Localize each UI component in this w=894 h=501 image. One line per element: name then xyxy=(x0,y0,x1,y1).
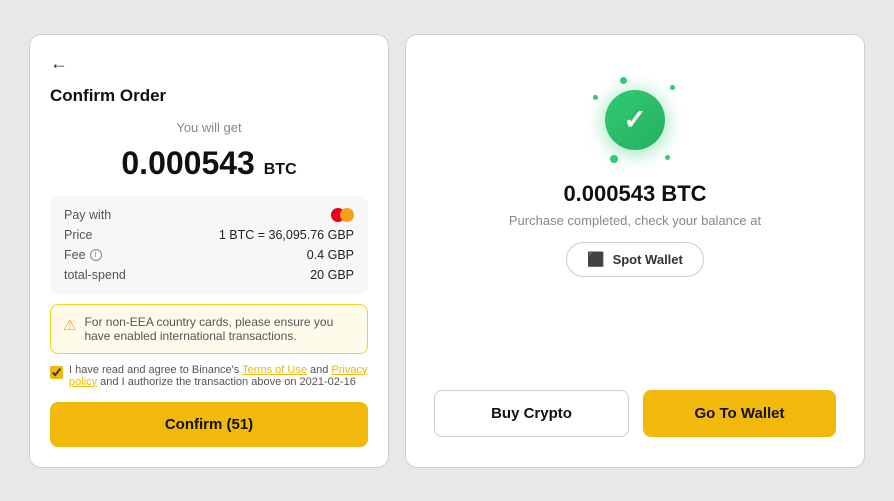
total-row: total-spend 20 GBP xyxy=(64,268,354,282)
warning-text: For non-EEA country cards, please ensure… xyxy=(84,315,355,343)
warning-box: ⚠ For non-EEA country cards, please ensu… xyxy=(50,304,368,354)
success-panel: ✓ 0.000543 BTC Purchase completed, check… xyxy=(405,34,865,468)
fee-label: Fee i xyxy=(64,248,102,262)
checkmark-icon: ✓ xyxy=(623,106,646,134)
confirm-order-panel: ← Confirm Order You will get 0.000543 BT… xyxy=(29,34,389,468)
you-will-get-label: You will get xyxy=(50,120,368,135)
price-value: 1 BTC = 36,095.76 GBP xyxy=(219,228,354,242)
page-title: Confirm Order xyxy=(50,86,368,106)
privacy-link[interactable]: Privacy policy xyxy=(69,364,367,388)
terms-link[interactable]: Terms of Use xyxy=(242,364,307,376)
spot-wallet-button[interactable]: ⬛ Spot Wallet xyxy=(566,242,704,277)
confirm-button[interactable]: Confirm (51) xyxy=(50,402,368,447)
fee-info-icon[interactable]: i xyxy=(90,249,102,261)
wallet-icon: ⬛ xyxy=(587,251,604,268)
total-label: total-spend xyxy=(64,268,126,282)
buy-crypto-button[interactable]: Buy Crypto xyxy=(434,390,629,437)
success-icon-container: ✓ xyxy=(590,75,680,165)
success-btc-amount: 0.000543 BTC xyxy=(563,181,706,207)
price-label: Price xyxy=(64,228,92,242)
btc-amount-display: 0.000543 BTC xyxy=(50,145,368,182)
pay-with-row: Pay with xyxy=(64,208,354,222)
pay-with-label: Pay with xyxy=(64,208,111,222)
terms-text: I have read and agree to Binance's Terms… xyxy=(69,364,368,388)
bottom-buttons: Buy Crypto Go To Wallet xyxy=(434,390,836,437)
total-value: 20 GBP xyxy=(310,268,354,282)
success-circle: ✓ xyxy=(605,90,665,150)
dot-2 xyxy=(670,85,675,90)
terms-row: I have read and agree to Binance's Terms… xyxy=(50,364,368,388)
dot-5 xyxy=(593,95,598,100)
order-details-box: Pay with Price 1 BTC = 36,095.76 GBP Fee… xyxy=(50,196,368,294)
purchase-label: Purchase completed, check your balance a… xyxy=(509,213,761,228)
back-arrow-icon: ← xyxy=(50,53,68,74)
terms-checkbox[interactable] xyxy=(50,366,63,379)
warning-icon: ⚠ xyxy=(63,316,76,334)
price-row: Price 1 BTC = 36,095.76 GBP xyxy=(64,228,354,242)
fee-value: 0.4 GBP xyxy=(307,248,354,262)
dot-1 xyxy=(620,77,627,84)
dot-3 xyxy=(665,155,670,160)
back-button[interactable]: ← xyxy=(50,53,368,74)
go-to-wallet-button[interactable]: Go To Wallet xyxy=(643,390,836,437)
spot-wallet-label: Spot Wallet xyxy=(613,252,683,267)
dot-4 xyxy=(610,155,618,163)
fee-row: Fee i 0.4 GBP xyxy=(64,248,354,262)
mastercard-icon xyxy=(331,208,354,222)
